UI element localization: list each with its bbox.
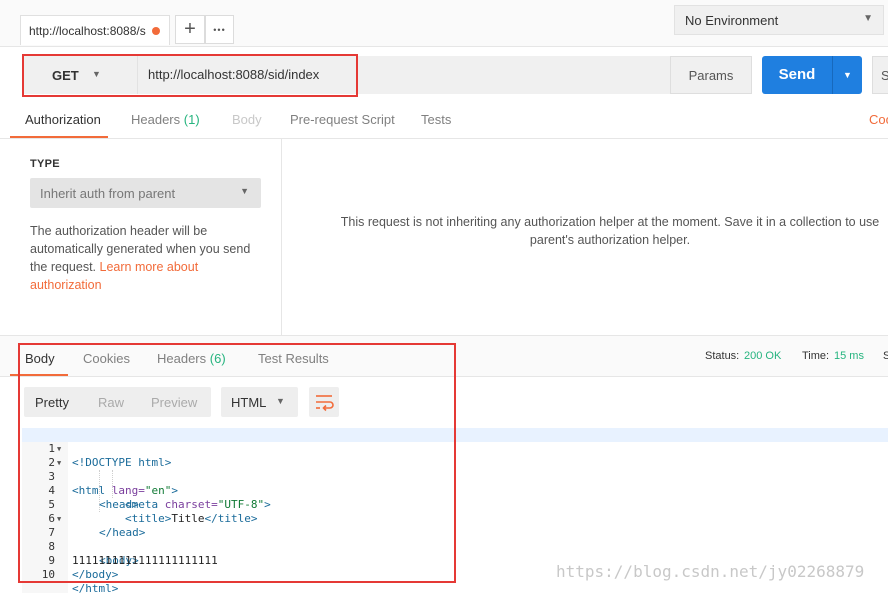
code-line: 5 <title>Title</title> xyxy=(22,484,888,525)
chevron-down-icon: ▼ xyxy=(240,186,249,196)
raw-button[interactable]: Raw xyxy=(98,395,124,410)
format-select[interactable]: HTML ▼ xyxy=(221,387,298,417)
time-value: 15 ms xyxy=(834,350,864,362)
fold-arrow-icon[interactable]: ▼ xyxy=(57,442,61,456)
response-tab-headers-label: Headers xyxy=(157,351,207,366)
view-mode-group: Pretty Raw Preview xyxy=(24,387,211,417)
new-tab-button[interactable]: + xyxy=(175,15,205,44)
response-tab-headers[interactable]: Headers (6) xyxy=(157,351,226,366)
request-tabs: Authorization Headers (1) Body Pre-reque… xyxy=(0,104,888,139)
chevron-down-icon: ▼ xyxy=(863,13,873,24)
tab-body[interactable]: Body xyxy=(232,112,262,127)
params-label: Params xyxy=(688,68,734,83)
tab-tests[interactable]: Tests xyxy=(421,112,451,127)
auth-message-line2: parent's authorization helper. xyxy=(529,233,691,247)
code-line: 2 ▼ <html lang="en"> xyxy=(22,442,888,497)
auth-type-value: Inherit auth from parent xyxy=(40,186,176,201)
response-headers-count: (6) xyxy=(209,351,226,366)
send-options-button[interactable]: ▼ xyxy=(832,56,862,94)
method-select[interactable]: GET ▼ xyxy=(24,56,137,94)
tab-headers[interactable]: Headers (1) xyxy=(131,112,200,127)
code-line: 9 </body> xyxy=(22,540,888,581)
fold-arrow-icon[interactable]: ▼ xyxy=(57,512,61,526)
tab-headers-count: (1) xyxy=(183,112,200,127)
tab-prerequest-script[interactable]: Pre-request Script xyxy=(290,112,395,127)
response-tab-test-results[interactable]: Test Results xyxy=(258,351,329,366)
url-input[interactable]: http://localhost:8088/sid/index xyxy=(137,56,670,94)
send-label: Send xyxy=(778,66,816,83)
auth-type-select[interactable]: Inherit auth from parent ▼ xyxy=(30,178,261,208)
environment-select-value: No Environment xyxy=(685,13,779,28)
auth-message-line1: This request is not inheriting any autho… xyxy=(340,215,880,229)
request-tab-title: http://localhost:8088/s xyxy=(29,24,146,38)
tab-authorization[interactable]: Authorization xyxy=(25,112,101,127)
watermark: https://blog.csdn.net/jy02268879 xyxy=(556,562,865,581)
code-line: 6 </head> xyxy=(22,498,888,539)
time-label: Time: xyxy=(802,350,830,362)
learn-more-link[interactable]: Learn more about xyxy=(100,260,199,274)
response-tabs: Body Cookies Headers (6) Test Results St… xyxy=(0,335,888,377)
code-line: 8 1111111111111111111111 xyxy=(22,526,888,567)
method-value: GET xyxy=(52,68,79,83)
unsaved-dot-icon xyxy=(152,27,160,35)
save-button[interactable]: S xyxy=(872,56,888,94)
auth-inherit-message: This request is not inheriting any autho… xyxy=(300,213,888,249)
response-tab-body[interactable]: Body xyxy=(25,351,55,366)
send-button[interactable]: Send xyxy=(762,56,832,94)
code-text: </body> xyxy=(72,568,119,581)
size-label: S xyxy=(883,350,888,362)
code-text: </html> xyxy=(72,582,119,595)
code-line: 4 <meta charset="UTF-8"> xyxy=(22,470,888,511)
wrap-lines-button[interactable] xyxy=(309,387,339,417)
more-tabs-button[interactable]: ••• xyxy=(205,15,234,44)
save-label: S xyxy=(881,68,888,83)
response-tab-cookies[interactable]: Cookies xyxy=(83,351,130,366)
request-tab[interactable]: http://localhost:8088/s xyxy=(20,15,170,45)
environment-select[interactable]: No Environment ▼ xyxy=(674,5,884,35)
code-line: 3 ▼ <head> xyxy=(22,456,888,511)
preview-button[interactable]: Preview xyxy=(151,395,197,410)
status-label: Status: xyxy=(705,350,740,362)
format-value: HTML xyxy=(231,395,267,410)
fold-arrow-icon[interactable]: ▼ xyxy=(57,456,61,470)
params-button[interactable]: Params xyxy=(670,56,752,94)
pretty-button[interactable]: Pretty xyxy=(35,395,69,410)
code-line: 1 <!DOCTYPE html> xyxy=(22,428,888,469)
tab-headers-label: Headers xyxy=(131,112,181,127)
code-line: 7 ▼ <body> xyxy=(22,512,888,567)
chevron-down-icon: ▼ xyxy=(92,69,101,79)
wrap-lines-icon xyxy=(316,395,334,412)
url-value: http://localhost:8088/sid/index xyxy=(148,67,320,82)
response-active-tab-indicator xyxy=(10,374,68,376)
learn-more-link-cont[interactable]: authorization xyxy=(30,278,102,292)
code-link[interactable]: Coo xyxy=(869,112,888,127)
status-value: 200 OK xyxy=(744,350,782,362)
chevron-down-icon: ▼ xyxy=(276,396,285,406)
auth-type-label: TYPE xyxy=(30,158,60,170)
line-number: 10 xyxy=(41,568,55,581)
auth-description: The authorization header will be automat… xyxy=(30,222,265,294)
